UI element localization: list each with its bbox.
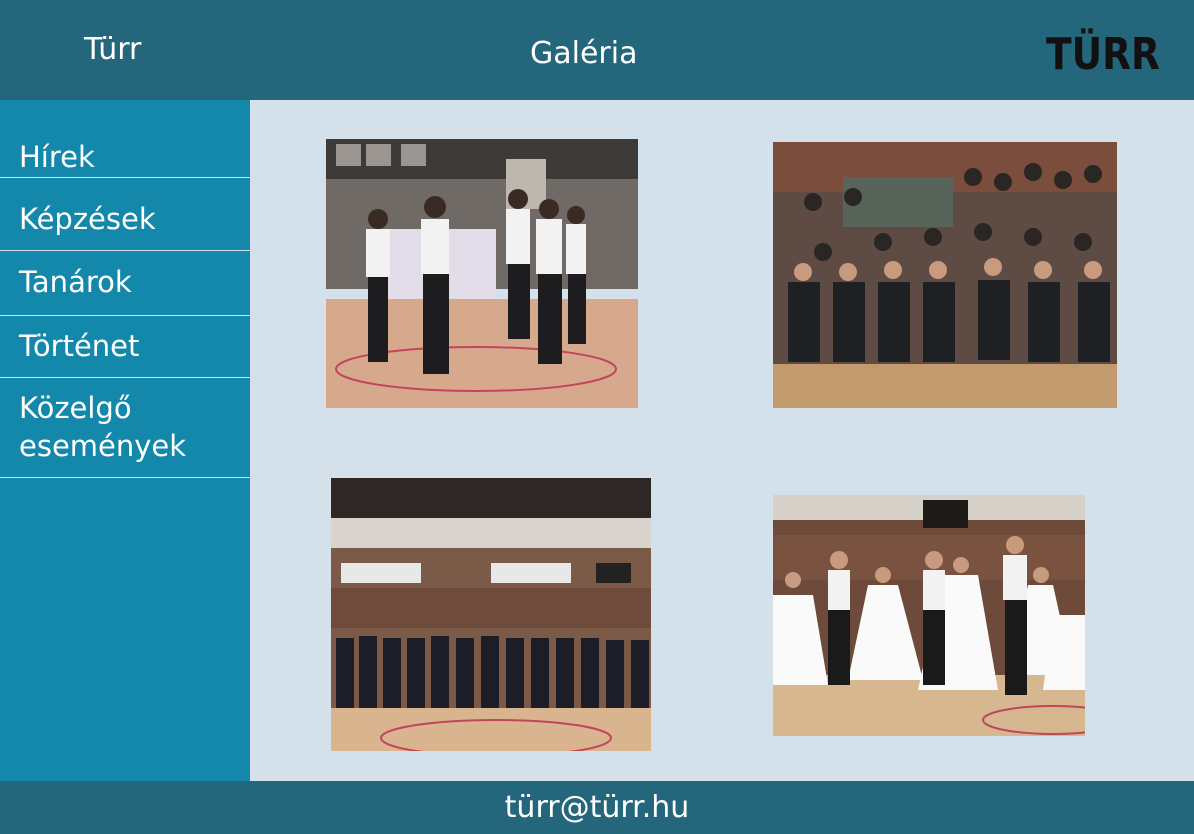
sidebar-item-tanarok[interactable]: Tanárok [0,263,250,316]
sidebar-item-label: Hírek [19,140,95,174]
page-title: Galéria [530,36,638,71]
footer: türr@türr.hu [0,781,1194,834]
sidebar-item-kepzesek[interactable]: Képzések [0,200,250,251]
ballroom-dance-photo[interactable] [773,495,1085,736]
sidebar-item-tortenet[interactable]: Történet [0,327,250,378]
sidebar-nav: Hírek Képzések Tanárok Történet Közelgő … [0,100,250,781]
sidebar-item-kozelgo-esemenyek[interactable]: Közelgő események [0,389,250,478]
seated-audience-photo[interactable] [773,142,1117,408]
brand-name[interactable]: Türr [84,32,141,68]
svg-text:TÜRR: TÜRR [1046,28,1160,74]
sidebar-item-label: Közelgő események [19,391,187,463]
sidebar-item-hirek[interactable]: Hírek [0,138,250,178]
footer-email-link[interactable]: türr@türr.hu [505,790,690,825]
gallery-grid [250,100,1194,781]
sidebar-item-label: Történet [19,329,140,363]
turr-logo-icon[interactable]: TÜRR [1046,28,1160,74]
students-lineup-photo[interactable] [331,478,651,751]
header: Türr Galéria TÜRR [0,0,1194,100]
sidebar-item-label: Képzések [19,202,156,236]
dance-performance-photo[interactable] [326,139,638,408]
sidebar-item-label: Tanárok [19,265,132,299]
